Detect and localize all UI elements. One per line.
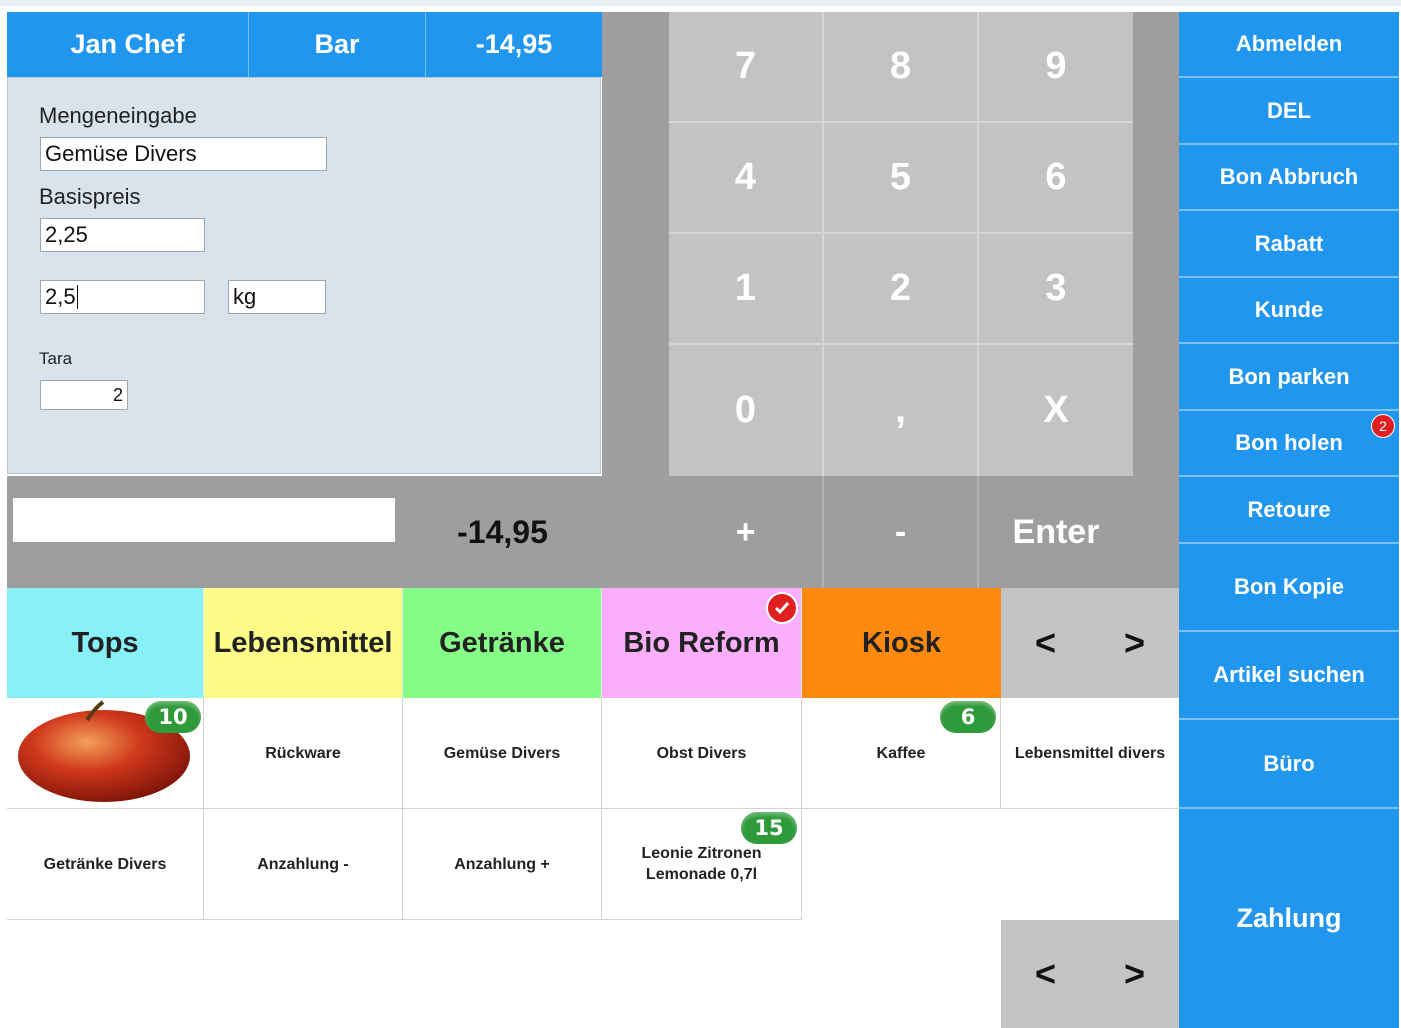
category-kiosk[interactable]: Kiosk [802,588,1001,698]
category-getraenke[interactable]: Getränke [403,588,602,698]
base-price-label: Basispreis [39,184,141,209]
category-lebensmittel[interactable]: Lebensmittel [204,588,403,698]
product-kaffee-label: Kaffee [876,744,926,762]
category-next-button[interactable]: > [1090,588,1179,698]
discount-button[interactable]: Rabatt [1179,211,1399,278]
category-prev-button[interactable]: < [1001,588,1090,698]
key-5[interactable]: 5 [824,123,979,234]
key-clear[interactable]: X [979,345,1133,476]
amount-value: 2,5 [45,284,76,309]
product-obst-divers[interactable]: Obst Divers [602,698,802,809]
quantity-label: Mengeneingabe [39,103,197,128]
header-total: -14,95 [426,12,602,77]
park-receipt-button[interactable]: Bon parken [1179,344,1399,411]
key-7[interactable]: 7 [669,12,824,123]
customer-button[interactable]: Kunde [1179,278,1399,344]
apple-stock-badge: 10 [145,701,201,733]
product-leonie-label: Leonie Zitronen Lemonade 0,7l [641,845,762,883]
divider-column-right [1133,12,1179,588]
input-display-area [7,476,403,588]
key-0[interactable]: 0 [669,345,824,476]
amount-field[interactable]: 2,5 [40,280,205,314]
product-leonie-lemonade[interactable]: Leonie Zitronen Lemonade 0,7l 15 [602,809,802,920]
key-comma[interactable]: , [824,345,979,476]
key-8[interactable]: 8 [824,12,979,123]
product-kaffee[interactable]: Kaffee 6 [802,698,1001,809]
return-button[interactable]: Retoure [1179,477,1399,544]
key-4[interactable]: 4 [669,123,824,234]
check-icon [766,592,798,624]
product-prev-button[interactable]: < [1001,920,1090,1028]
search-article-button[interactable]: Artikel suchen [1179,632,1399,720]
copy-receipt-button[interactable]: Bon Kopie [1179,544,1399,632]
fetch-receipt-label: Bon holen [1235,430,1343,455]
tara-label: Tara [39,349,73,368]
category-tops[interactable]: Tops [7,588,204,698]
payment-type: Bar [249,12,426,77]
category-bio-reform-label: Bio Reform [623,626,780,659]
key-9[interactable]: 9 [979,12,1133,123]
tara-field[interactable]: 2 [40,380,128,410]
user-name: Jan Chef [7,12,249,77]
article-field[interactable]: Gemüse Divers [40,137,327,171]
window-top-edge [0,0,1401,6]
product-next-button[interactable]: > [1090,920,1179,1028]
base-price-field[interactable]: 2,25 [40,218,205,252]
text-cursor [76,285,78,309]
parked-count-badge: 2 [1371,414,1395,438]
product-rueckware[interactable]: Rückware [204,698,403,809]
key-6[interactable]: 6 [979,123,1133,234]
office-button[interactable]: Büro [1179,720,1399,809]
fetch-receipt-button[interactable]: Bon holen 2 [1179,411,1399,477]
quantity-entry-panel: Mengeneingabe Gemüse Divers Basispreis 2… [7,77,601,474]
product-anzahlung-plus[interactable]: Anzahlung + [403,809,602,920]
payment-button[interactable]: Zahlung [1179,809,1399,1028]
cancel-receipt-button[interactable]: Bon Abbruch [1179,145,1399,211]
leonie-stock-badge: 15 [741,812,797,844]
input-display[interactable] [13,498,395,542]
product-gemuese-divers[interactable]: Gemüse Divers [403,698,602,809]
key-2[interactable]: 2 [824,234,979,345]
product-lebensmittel-divers[interactable]: Lebensmittel divers [1001,698,1179,809]
product-getraenke-divers[interactable]: Getränke Divers [7,809,204,920]
key-1[interactable]: 1 [669,234,824,345]
unit-field[interactable]: kg [228,280,326,314]
kaffee-stock-badge: 6 [940,701,996,733]
key-plus[interactable]: + [669,476,824,588]
product-apple[interactable]: 10 [7,698,204,809]
sum-display: -14,95 [403,476,602,588]
delete-button[interactable]: DEL [1179,78,1399,145]
product-anzahlung-minus[interactable]: Anzahlung - [204,809,403,920]
key-3[interactable]: 3 [979,234,1133,345]
category-bio-reform[interactable]: Bio Reform [602,588,802,698]
divider-column [602,12,669,588]
key-minus[interactable]: - [824,476,979,588]
key-enter[interactable]: Enter [979,476,1133,588]
logout-button[interactable]: Abmelden [1179,12,1399,78]
